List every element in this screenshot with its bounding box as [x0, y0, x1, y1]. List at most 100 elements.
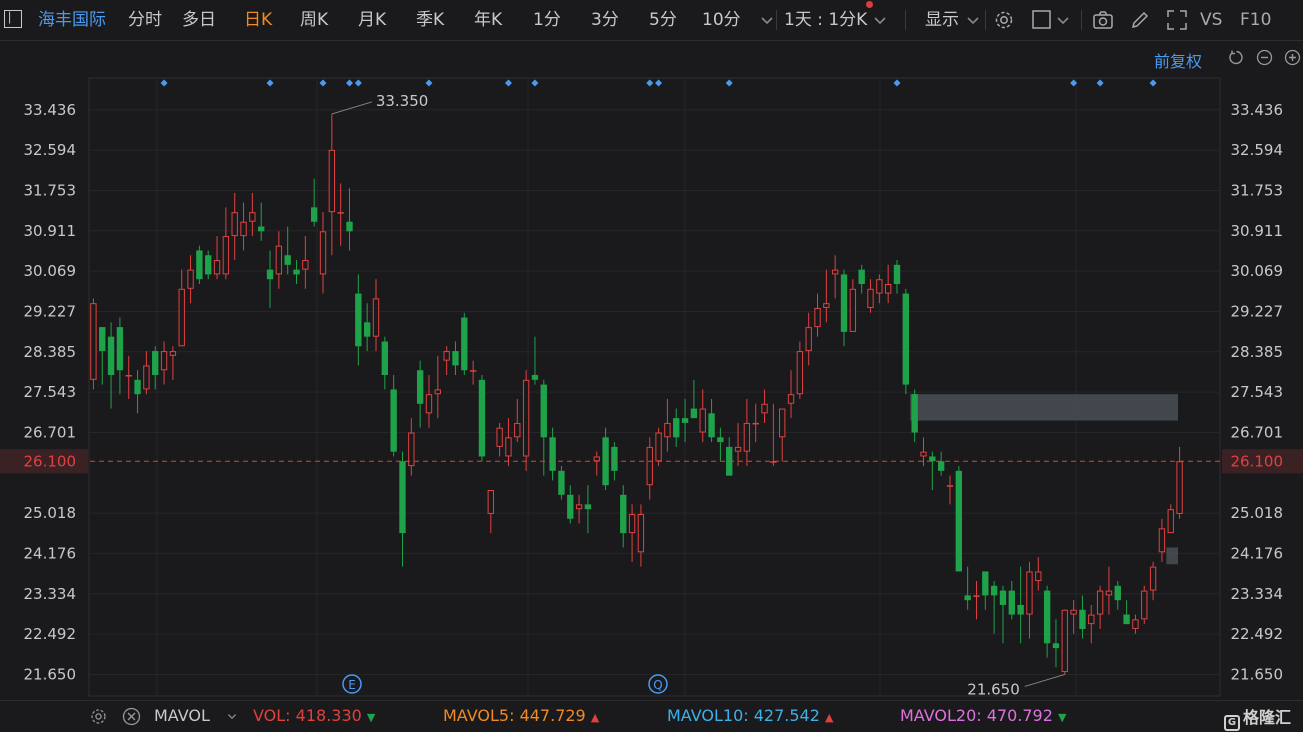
down-triangle-icon: ▼ [1058, 711, 1067, 724]
candle-body-down [964, 595, 971, 601]
candle-body-down [902, 293, 910, 385]
candle-body-up [337, 212, 344, 214]
y-tick-label: 27.543 [24, 383, 77, 401]
close-icon[interactable] [122, 707, 141, 726]
tab-daily-k[interactable]: 日K [244, 9, 272, 31]
candle-body-down [911, 394, 918, 433]
sidebar-toggle-icon[interactable]: ▏ [4, 10, 22, 28]
event-diamond-icon [655, 79, 663, 87]
candle-body-up [646, 446, 653, 486]
display-menu[interactable]: 显示 [925, 9, 959, 31]
candle-body-down [717, 437, 724, 443]
candle-body-up [1149, 566, 1157, 591]
candle-body-down [567, 494, 574, 519]
divider [985, 10, 986, 30]
tab-quarterly-k[interactable]: 季K [416, 9, 444, 31]
color-box-icon[interactable] [1031, 9, 1053, 31]
low-leader-line [1024, 673, 1065, 687]
tab-multi-day[interactable]: 多日 [182, 9, 216, 31]
candle-body-up [814, 307, 821, 328]
vol-value: 418.330 [295, 706, 362, 725]
candle-body-up [787, 394, 795, 404]
divider [905, 10, 906, 30]
candle-body-up [231, 212, 238, 237]
chevron-down-icon[interactable] [756, 9, 778, 31]
candle-body-up [1026, 571, 1033, 615]
y-tick-label-right: 30.069 [1231, 262, 1284, 280]
interval-select[interactable]: 1天 : 1分K [784, 9, 867, 31]
candle-body-down [1114, 585, 1121, 601]
brand-name: 格隆汇 [1243, 708, 1292, 727]
y-tick-label-right: 32.594 [1231, 141, 1284, 159]
candle-body-up [920, 451, 927, 457]
compare-button[interactable]: VS [1200, 9, 1222, 31]
y-tick-label: 23.334 [24, 585, 77, 603]
tab-monthly-k[interactable]: 月K [358, 9, 386, 31]
candle-body-up [743, 422, 751, 452]
candle-body-down [929, 456, 936, 462]
vol-label: VOL: 418.330 ▼ [253, 706, 375, 725]
candle-body-down [681, 418, 689, 423]
mavol20-value: 470.792 [986, 706, 1053, 725]
brand-logo-icon: G [1224, 715, 1240, 731]
stock-name[interactable]: 海丰国际 [38, 9, 106, 31]
chevron-down-icon[interactable] [1052, 9, 1074, 31]
gear-icon[interactable] [89, 707, 108, 726]
candle-body-down [584, 504, 592, 510]
candle-body-up [884, 284, 892, 294]
y-tick-label: 21.650 [24, 665, 77, 683]
candle-body-down [1043, 590, 1051, 644]
candle-body-down [107, 336, 115, 376]
camera-icon[interactable] [1092, 9, 1114, 31]
candle-body-down [673, 418, 680, 438]
up-triangle-icon: ▲ [825, 711, 834, 724]
event-diamond-icon [725, 79, 733, 87]
candle-body-up [832, 269, 839, 275]
volume-indicator-bar: MAVOL VOL: 418.330 ▼ MAVOL5: 447.729 ▲ M… [0, 700, 1303, 732]
y-tick-label-right: 23.334 [1231, 585, 1284, 603]
tab-1min[interactable]: 1分 [533, 9, 561, 31]
candlestick-chart[interactable]: 33.436 32.594 31.753 30.911 30.069 29.22… [0, 40, 1303, 700]
candle-body-down [205, 255, 212, 275]
candle-body-up [249, 212, 256, 222]
candle-body-down [1017, 604, 1024, 615]
y-tick-label-right: 25.018 [1231, 504, 1284, 522]
tab-yearly-k[interactable]: 年K [474, 9, 502, 31]
plot-frame [88, 77, 1221, 697]
event-diamond-icon [646, 79, 654, 87]
candle-body-up [372, 298, 380, 337]
high-price-label: 33.350 [376, 92, 429, 110]
gear-icon[interactable] [993, 9, 1015, 31]
divider [776, 10, 777, 30]
tab-intraday[interactable]: 分时 [128, 9, 162, 31]
pencil-icon[interactable] [1129, 9, 1151, 31]
chevron-down-icon[interactable] [224, 708, 240, 724]
y-tick-label-right: 27.543 [1231, 383, 1284, 401]
chevron-down-icon[interactable] [962, 9, 984, 31]
candle-body-up [1167, 509, 1174, 534]
candle-body-down [549, 437, 556, 471]
candle-body-up [213, 260, 221, 275]
gap-zone [910, 394, 1178, 421]
vol-key: VOL: [253, 706, 291, 725]
current-price-label-left: 26.100 [24, 452, 77, 470]
candle-body-down [708, 413, 715, 438]
candle-body-up [1141, 590, 1148, 620]
candle-body-down [982, 571, 989, 596]
fullscreen-icon[interactable] [1166, 9, 1188, 31]
tab-5min[interactable]: 5分 [649, 9, 677, 31]
candle-body-up [328, 149, 336, 213]
candle-body-up [973, 595, 980, 597]
tab-10min[interactable]: 10分 [702, 9, 741, 31]
candle-body-down [478, 379, 486, 457]
y-tick-label: 33.436 [24, 101, 77, 119]
f10-button[interactable]: F10 [1240, 9, 1271, 31]
candle-body-up [125, 375, 132, 377]
tab-3min[interactable]: 3分 [591, 9, 619, 31]
low-price-label: 21.650 [967, 680, 1020, 698]
indicator-select[interactable]: MAVOL [154, 706, 210, 725]
candle-body-down [558, 470, 565, 495]
mavol20-label: MAVOL20: 470.792 ▼ [900, 706, 1066, 725]
chevron-down-icon[interactable] [869, 9, 891, 31]
tab-weekly-k[interactable]: 周K [300, 9, 328, 31]
